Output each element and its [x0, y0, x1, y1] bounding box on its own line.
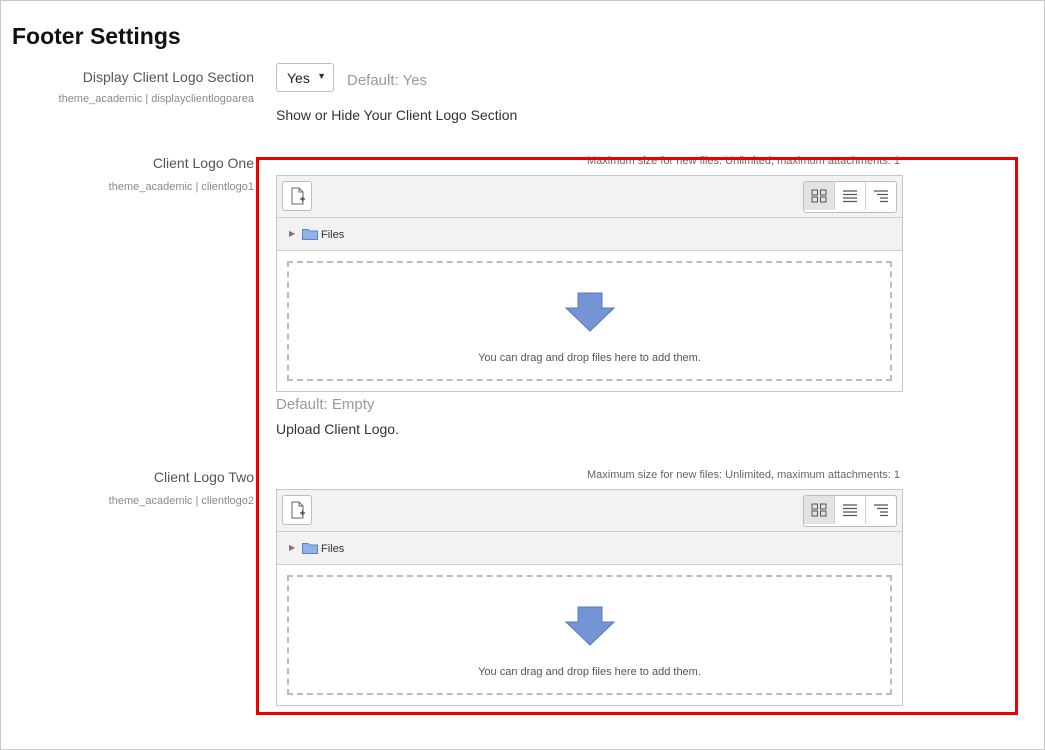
list-view-icon	[843, 190, 857, 203]
chevron-down-icon: ▼	[317, 71, 326, 81]
file-dropzone[interactable]: You can drag and drop files here to add …	[287, 575, 892, 695]
arrow-down-icon	[564, 292, 615, 332]
add-file-button[interactable]	[282, 495, 312, 525]
view-switcher	[803, 495, 897, 527]
setting-label: Client Logo Two	[153, 469, 254, 485]
setting-key: theme_academic | clientlogo1	[108, 181, 254, 193]
path-label[interactable]: Files	[321, 543, 344, 555]
setting-key: theme_academic | displayclientlogoarea	[58, 93, 254, 105]
setting-key: theme_academic | clientlogo2	[108, 495, 254, 507]
settings-page: Footer Settings Display Client Logo Sect…	[0, 0, 1045, 750]
grid-view-button[interactable]	[804, 496, 834, 524]
expand-triangle-icon[interactable]: ▶	[289, 543, 295, 552]
logo-two-label-group: Client Logo Two theme_academic | clientl…	[109, 469, 254, 507]
list-view-icon	[843, 504, 857, 517]
setting-description: Upload Client Logo.	[276, 421, 399, 437]
tree-view-icon	[874, 504, 888, 517]
tree-view-button[interactable]	[865, 496, 896, 524]
grid-view-button[interactable]	[804, 182, 834, 210]
logo-one-label-group: Client Logo One theme_academic | clientl…	[109, 155, 254, 193]
max-size-note: Maximum size for new files: Unlimited, m…	[587, 469, 900, 481]
page-title: Footer Settings	[12, 23, 181, 49]
grid-view-icon	[811, 503, 827, 517]
file-path-bar: ▶ Files	[277, 532, 902, 565]
setting-description: Show or Hide Your Client Logo Section	[276, 107, 518, 123]
default-value: Default: Yes	[347, 72, 428, 89]
add-file-button[interactable]	[282, 181, 312, 211]
file-dropzone[interactable]: You can drag and drop files here to add …	[287, 261, 892, 381]
view-switcher	[803, 181, 897, 213]
arrow-down-icon	[564, 606, 615, 646]
drop-area: You can drag and drop files here to add …	[277, 565, 902, 705]
tree-view-icon	[874, 190, 888, 203]
select-value: Yes	[287, 70, 310, 86]
file-path-bar: ▶ Files	[277, 218, 902, 251]
drop-instructions: You can drag and drop files here to add …	[478, 666, 701, 678]
setting-label: Display Client Logo Section	[82, 69, 254, 85]
drop-area: You can drag and drop files here to add …	[277, 251, 902, 391]
file-manager-toolbar	[277, 176, 902, 218]
folder-icon	[302, 543, 318, 554]
tree-view-button[interactable]	[865, 182, 896, 210]
default-value: Default: Empty	[276, 396, 375, 413]
path-label[interactable]: Files	[321, 229, 344, 241]
file-manager-toolbar	[277, 490, 902, 532]
list-view-button[interactable]	[834, 182, 865, 210]
drop-instructions: You can drag and drop files here to add …	[478, 352, 701, 364]
file-manager-logo-one: ▶ Files You can drag and drop files here…	[276, 175, 903, 392]
grid-view-icon	[811, 189, 827, 203]
expand-triangle-icon[interactable]: ▶	[289, 229, 295, 238]
max-size-note: Maximum size for new files: Unlimited, m…	[587, 155, 900, 167]
folder-icon	[302, 229, 318, 240]
file-manager-logo-two: ▶ Files You can drag and drop files here…	[276, 489, 903, 706]
setting-label: Client Logo One	[152, 155, 254, 171]
add-file-icon	[291, 501, 305, 519]
display-logo-select[interactable]: Yes ▼	[276, 63, 334, 92]
display-logo-label-group: Display Client Logo Section theme_academ…	[59, 69, 254, 105]
list-view-button[interactable]	[834, 496, 865, 524]
add-file-icon	[291, 187, 305, 205]
